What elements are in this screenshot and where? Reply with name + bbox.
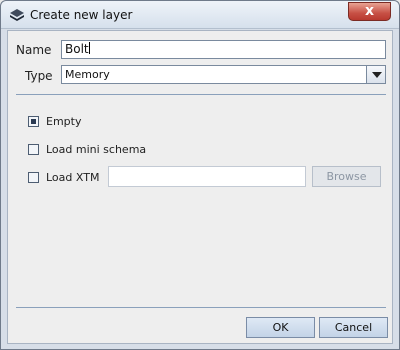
- name-input-value: Bolt: [65, 42, 89, 56]
- option-load-mini-schema-radio[interactable]: [28, 144, 39, 155]
- option-load-mini-schema-label: Load mini schema: [46, 143, 147, 156]
- option-empty-label: Empty: [46, 115, 82, 128]
- separator-top: [16, 94, 386, 95]
- name-input[interactable]: Bolt: [61, 40, 386, 59]
- close-button[interactable]: x: [348, 2, 391, 21]
- type-select-value: Memory: [65, 68, 110, 81]
- type-label: Type: [25, 69, 53, 83]
- text-caret: [88, 42, 90, 54]
- dialog-window: Create new layer x Name Bolt Type Memory…: [0, 0, 400, 350]
- type-select[interactable]: Memory: [61, 65, 386, 84]
- option-load-xtm-label: Load XTM: [46, 171, 100, 184]
- browse-button[interactable]: Browse: [312, 166, 381, 187]
- dialog-content: Name Bolt Type Memory Empty Load mini sc…: [7, 30, 393, 344]
- chevron-down-icon: [372, 72, 382, 78]
- title-bar[interactable]: Create new layer x: [1, 1, 399, 29]
- option-load-xtm-radio[interactable]: [28, 172, 39, 183]
- cancel-button[interactable]: Cancel: [319, 317, 388, 338]
- name-label: Name: [16, 43, 52, 57]
- option-empty-radio[interactable]: [28, 116, 39, 127]
- separator-bottom: [16, 307, 386, 308]
- xtm-path-input[interactable]: [108, 166, 306, 187]
- ok-button[interactable]: OK: [246, 317, 315, 338]
- window-title: Create new layer: [30, 8, 133, 22]
- app-logo-icon: [10, 9, 24, 21]
- close-icon: x: [364, 3, 375, 19]
- type-dropdown-button[interactable]: [366, 65, 386, 84]
